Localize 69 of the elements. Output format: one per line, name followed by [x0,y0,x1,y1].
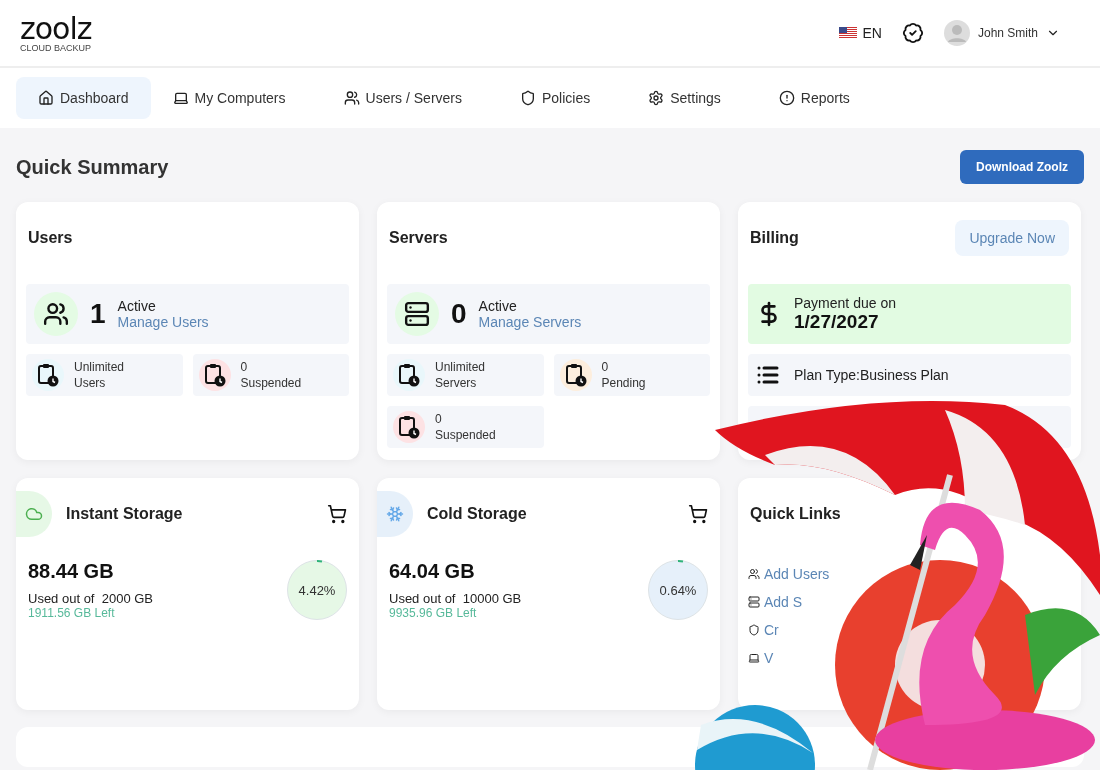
storage-used: 88.44 GB [28,560,115,583]
usage-percent: 0.64% [659,582,697,598]
stat-label: Users [74,375,107,391]
laptop-icon [748,652,760,664]
page-title: Quick Summary [16,155,169,179]
laptop-icon [172,90,189,106]
server-icon [395,292,439,336]
storage-total: Used out of 2000 GB [28,591,154,606]
shield-icon [748,624,760,636]
home-icon [38,90,54,106]
users-icon [748,568,760,580]
nav-tab[interactable]: Settings [626,77,743,119]
nav-tab[interactable]: Policies [498,77,613,119]
settings-icon [648,90,665,106]
upgrade-button[interactable]: Upgrade Now [955,220,1069,256]
users-icon [34,292,78,336]
storage-used: 64.04 GB [389,560,476,583]
usage-percent: 4.42% [298,582,336,598]
flag-icon [838,27,857,39]
stat-value: 0 [435,411,443,427]
stat-value: 0 [240,359,249,375]
stat-label: Suspended [240,375,302,391]
card-title: Servers [389,229,448,247]
storage-left: 9935.96 GB Left [389,606,478,620]
storage-left: 1911.56 GB Left [28,606,116,620]
payment-date: 1/27/2027 [794,311,880,333]
nav-tab[interactable]: Reports [756,77,872,119]
server-icon [748,596,760,608]
active-count: 1 [90,298,106,330]
card-title: Users [28,229,73,247]
storage-total: Used out of 10000 GB [389,591,522,606]
plan-type: Plan Type:Business Plan [794,367,949,383]
card-title: Instant Storage [66,505,183,523]
manage-link[interactable]: Manage Servers [478,314,582,330]
active-label: Active [117,298,157,314]
nav-tab[interactable]: My Computers [150,77,308,119]
payment-label: Payment due on [794,295,896,311]
nav-tab[interactable]: Users / Servers [321,77,484,119]
progress-arc [676,559,684,562]
download-button[interactable]: Download Zoolz [960,150,1084,184]
stat-label: Suspended [435,427,496,443]
language-button[interactable]: EN [838,25,882,41]
cart-icon[interactable] [327,504,347,524]
logo[interactable]: zoolz [20,13,92,44]
nav-tab[interactable]: Dashboard [16,77,151,119]
stat-value: Unlimited [435,359,485,375]
user-menu[interactable]: John Smith [943,20,1060,46]
stat-label: Pending [601,375,646,391]
logo-tagline: CLOUD BACKUP [20,43,92,53]
card-title: Quick Links [750,505,841,523]
quick-link[interactable]: Add S [748,588,803,616]
manage-link[interactable]: Manage Users [117,314,209,330]
verified-badge-icon[interactable] [901,22,924,44]
quick-link[interactable]: Cr [748,616,779,644]
alert-icon [778,90,795,106]
card-title: Cold Storage [427,505,527,523]
quick-link[interactable]: V [748,644,774,672]
active-count: 0 [451,298,467,330]
cart-icon[interactable] [688,504,708,524]
users-icon [343,90,360,106]
shield-icon [520,90,536,106]
progress-arc [315,559,323,562]
card-title: Billing [750,229,799,247]
stat-label: Servers [435,375,478,391]
quick-link[interactable]: Add Users [748,560,830,588]
avatar-icon [943,20,970,46]
stat-value: 0 [601,359,610,375]
stat-value: Unlimited [74,359,124,375]
active-label: Active [478,298,518,314]
